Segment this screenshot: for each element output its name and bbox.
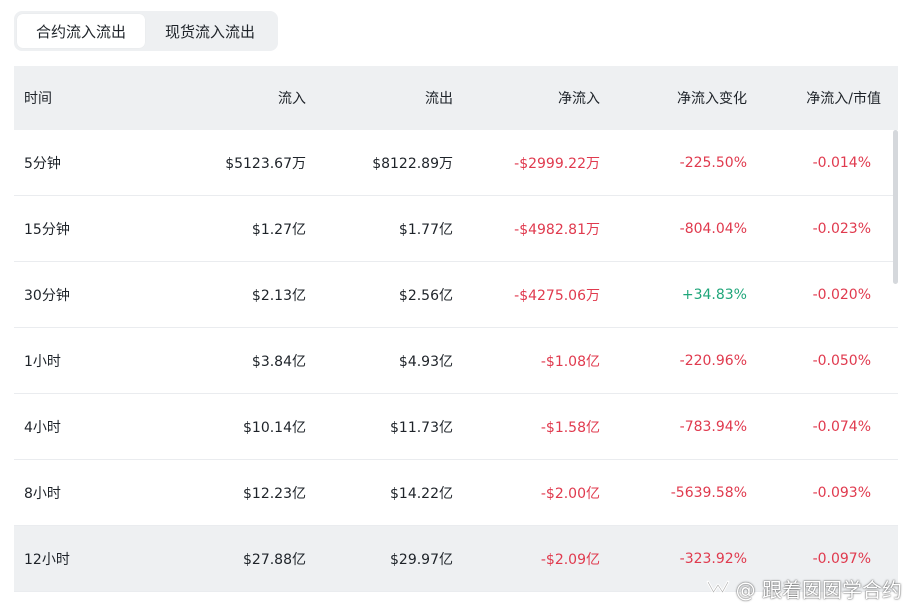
cell-inflow: $10.14亿 [243, 419, 306, 436]
cell-net-inflow-change: -5639.58% [670, 484, 747, 501]
cell-time: 12小时 [24, 551, 70, 568]
cell-inflow: $5123.67万 [225, 155, 306, 172]
cell-time: 4小时 [24, 419, 61, 436]
cell-time: 8小时 [24, 485, 61, 502]
table-body: 5分钟 $5123.67万 $8122.89万 -$2999.22万 -225.50% -… [14, 130, 898, 592]
cell-net-inflow-market-cap: -0.097% [812, 550, 871, 567]
cell-net-inflow: -$2.09亿 [540, 551, 600, 568]
cell-net-inflow: -$2999.22万 [514, 155, 600, 172]
cell-net-inflow-change: -220.96% [679, 352, 747, 369]
cell-outflow: $14.22亿 [390, 485, 453, 502]
header-outflow[interactable]: 流出 [306, 88, 453, 108]
table-row[interactable]: 8小时 $12.23亿 $14.22亿 -$2.00亿 -5639.58% -0.093% [14, 460, 898, 526]
flow-table: 时间 流入 流出 净流入 净流入变化 净流入/市值 5分钟 $5123.67万 $8… [14, 66, 898, 592]
cell-inflow: $2.13亿 [251, 287, 306, 304]
cell-outflow: $2.56亿 [398, 287, 453, 304]
cell-time: 30分钟 [24, 287, 70, 304]
cell-outflow: $4.93亿 [398, 353, 453, 370]
watermark-text: @ 跟着囡囡学合约 [735, 578, 902, 602]
cell-outflow: $11.73亿 [390, 419, 453, 436]
header-net-inflow-change[interactable]: 净流入变化 [600, 88, 747, 108]
flow-tab-switcher: 合约流入流出 现货流入流出 [14, 11, 278, 51]
cell-inflow: $1.27亿 [251, 221, 306, 238]
header-net-inflow[interactable]: 净流入 [453, 88, 600, 108]
watermark: @ 跟着囡囡学合约 [706, 574, 902, 603]
cell-time: 5分钟 [24, 155, 61, 172]
cell-net-inflow-market-cap: -0.020% [812, 286, 871, 303]
tab-spot-flow[interactable]: 现货流入流出 [145, 14, 275, 48]
cell-net-inflow-change: -323.92% [679, 550, 747, 567]
cell-net-inflow-market-cap: -0.074% [812, 418, 871, 435]
cell-time: 15分钟 [24, 221, 70, 238]
cell-outflow: $29.97亿 [390, 551, 453, 568]
cell-net-inflow: -$1.58亿 [540, 419, 600, 436]
header-net-inflow-market-cap[interactable]: 净流入/市值 [747, 88, 883, 108]
cell-time: 1小时 [24, 353, 61, 370]
cell-net-inflow-change: -225.50% [679, 154, 747, 171]
cell-net-inflow-market-cap: -0.050% [812, 352, 871, 369]
wechat-channels-logo-icon [706, 580, 729, 593]
tab-contract-flow[interactable]: 合约流入流出 [17, 14, 145, 48]
cell-net-inflow-market-cap: -0.014% [812, 154, 871, 171]
cell-net-inflow-change: +34.83% [681, 286, 747, 303]
table-row[interactable]: 5分钟 $5123.67万 $8122.89万 -$2999.22万 -225.50% -… [14, 130, 898, 196]
cell-inflow: $27.88亿 [243, 551, 306, 568]
cell-net-inflow: -$1.08亿 [540, 353, 600, 370]
cell-net-inflow-market-cap: -0.023% [812, 220, 871, 237]
table-scrollbar[interactable] [893, 130, 898, 284]
cell-outflow: $8122.89万 [372, 155, 453, 172]
header-time[interactable]: 时间 [14, 88, 164, 108]
table-row[interactable]: 30分钟 $2.13亿 $2.56亿 -$4275.06万 +34.83% -0.020% [14, 262, 898, 328]
cell-net-inflow-change: -804.04% [679, 220, 747, 237]
header-inflow[interactable]: 流入 [164, 88, 306, 108]
table-row[interactable]: 1小时 $3.84亿 $4.93亿 -$1.08亿 -220.96% -0.050% [14, 328, 898, 394]
cell-net-inflow-market-cap: -0.093% [812, 484, 871, 501]
cell-net-inflow: -$2.00亿 [540, 485, 600, 502]
table-row[interactable]: 4小时 $10.14亿 $11.73亿 -$1.58亿 -783.94% -0.074% [14, 394, 898, 460]
cell-net-inflow: -$4982.81万 [514, 221, 600, 238]
cell-net-inflow-change: -783.94% [679, 418, 747, 435]
cell-inflow: $12.23亿 [243, 485, 306, 502]
cell-net-inflow: -$4275.06万 [514, 287, 600, 304]
table-header: 时间 流入 流出 净流入 净流入变化 净流入/市值 [14, 66, 898, 130]
cell-outflow: $1.77亿 [398, 221, 453, 238]
table-row[interactable]: 15分钟 $1.27亿 $1.77亿 -$4982.81万 -804.04% -0.023… [14, 196, 898, 262]
cell-inflow: $3.84亿 [251, 353, 306, 370]
